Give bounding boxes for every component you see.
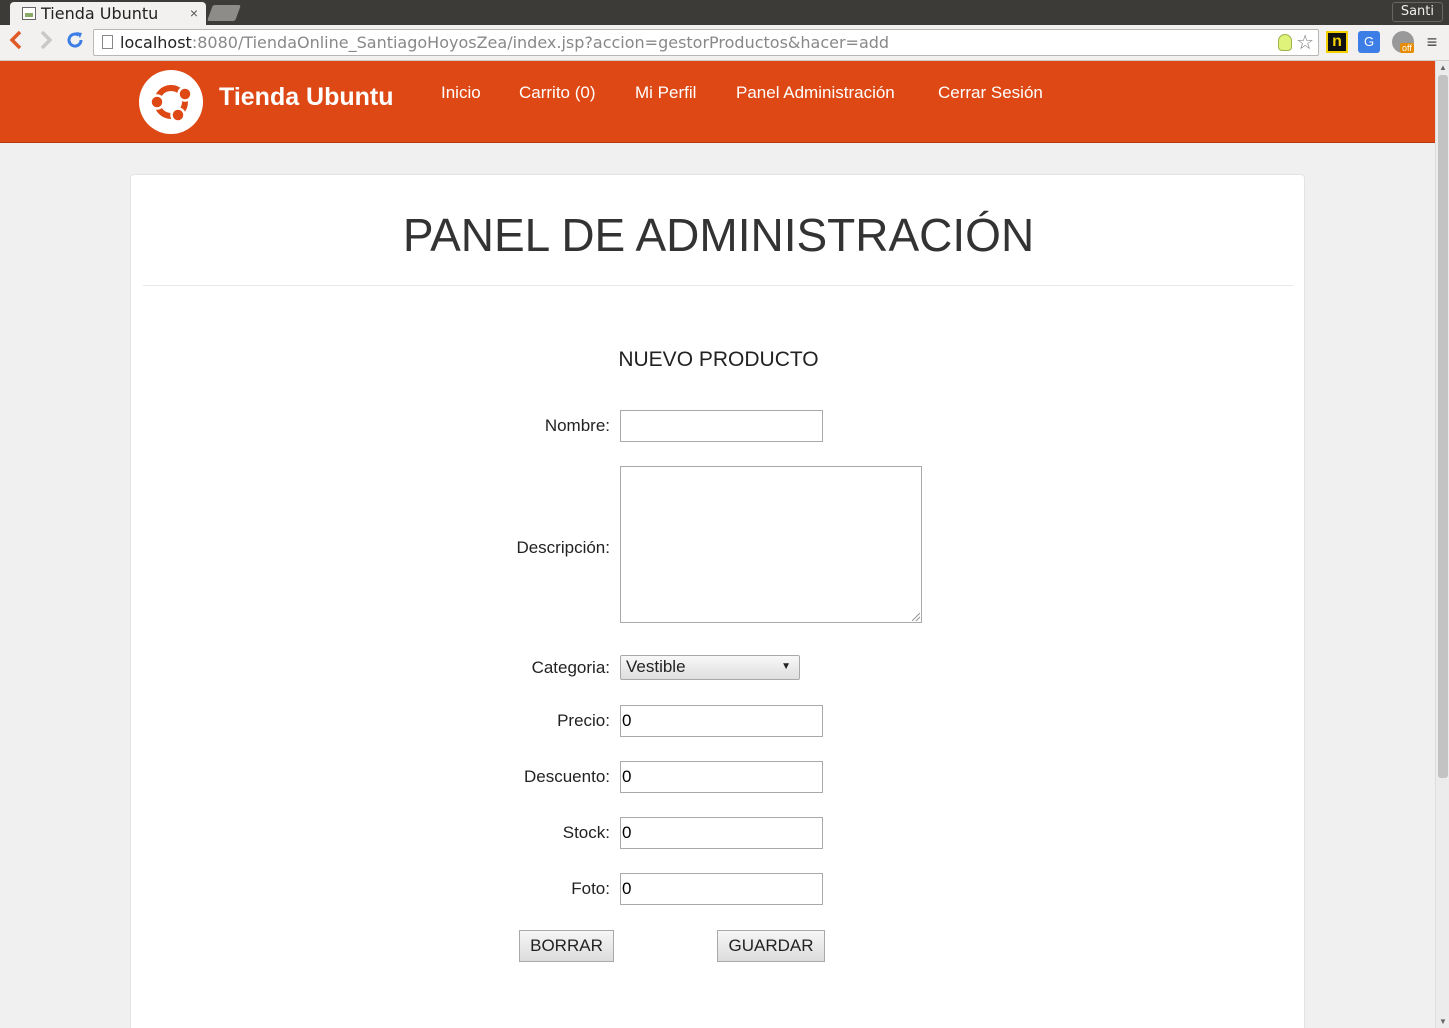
foto-input[interactable] (620, 873, 823, 905)
browser-tabstrip: Tienda Ubuntu × Santi (0, 0, 1449, 25)
extension-off-icon[interactable]: off (1392, 31, 1414, 53)
translate-icon[interactable]: G (1358, 31, 1380, 53)
categoria-label: Categoria: (531, 658, 610, 677)
form-title: NUEVO PRODUCTO (618, 348, 819, 371)
profile-user-badge[interactable]: Santi (1391, 2, 1443, 22)
back-button[interactable] (4, 30, 28, 54)
url-text[interactable]: localhost:8080/TiendaOnline_SantiagoHoyo… (120, 33, 889, 52)
nav-link-inicio[interactable]: Inicio (441, 83, 481, 103)
new-tab-button[interactable] (207, 5, 241, 21)
title-divider (143, 285, 1293, 286)
back-arrow-icon (9, 30, 22, 50)
categoria-selected-value: Vestible (626, 657, 686, 676)
descripcion-label: Descripción: (516, 538, 610, 557)
dropdown-arrow-icon: ▼ (781, 661, 791, 672)
hamburger-menu-icon[interactable]: ≡ (1424, 32, 1440, 52)
off-badge: off (1400, 43, 1414, 53)
page-title: PANEL DE ADMINISTRACIÓN (402, 209, 1035, 261)
descuento-input[interactable] (620, 761, 823, 793)
scrollbar-thumb[interactable] (1438, 75, 1448, 778)
nav-link-cerrar-sesion[interactable]: Cerrar Sesión (938, 83, 1043, 103)
borrar-button[interactable]: BORRAR (519, 930, 614, 962)
tab-title: Tienda Ubuntu (41, 4, 159, 23)
forward-arrow-icon (40, 30, 53, 50)
reload-icon (67, 32, 83, 48)
reload-button[interactable] (63, 30, 87, 54)
page-icon (102, 35, 113, 49)
extension-n-icon[interactable]: n (1326, 31, 1348, 53)
categoria-select[interactable]: Vestible ▼ (620, 655, 800, 680)
nav-link-carrito[interactable]: Carrito (0) (519, 83, 596, 103)
forward-button[interactable] (34, 30, 58, 54)
stock-input[interactable] (620, 817, 823, 849)
site-navbar: Tienda Ubuntu Inicio Carrito (0) Mi Perf… (0, 61, 1435, 143)
scroll-up-arrow-icon[interactable]: ▲ (1439, 63, 1447, 72)
admin-panel: PANEL DE ADMINISTRACIÓN NUEVO PRODUCTO N… (130, 174, 1305, 1028)
browser-toolbar: localhost:8080/TiendaOnline_SantiagoHoyo… (0, 25, 1449, 61)
browser-tab[interactable]: Tienda Ubuntu × (10, 2, 206, 25)
guardar-button[interactable]: GUARDAR (717, 930, 825, 962)
lightbulb-icon[interactable] (1278, 34, 1292, 51)
page-viewport: Tienda Ubuntu Inicio Carrito (0) Mi Perf… (0, 61, 1435, 1028)
foto-label: Foto: (571, 879, 610, 898)
descripcion-textarea[interactable] (620, 466, 922, 623)
page-scrollbar[interactable]: ▲ ▼ (1435, 61, 1449, 1028)
nombre-label: Nombre: (544, 416, 610, 435)
stock-label: Stock: (562, 823, 610, 842)
descuento-label: Descuento: (524, 767, 610, 786)
nav-link-mi-perfil[interactable]: Mi Perfil (635, 83, 696, 103)
resize-grip-icon[interactable] (912, 613, 920, 621)
url-path: :8080/TiendaOnline_SantiagoHoyosZea/inde… (191, 33, 890, 52)
nombre-input[interactable] (620, 410, 823, 442)
precio-input[interactable] (620, 705, 823, 737)
scroll-down-arrow-icon[interactable]: ▼ (1439, 1017, 1447, 1026)
bookmark-star-icon[interactable]: ☆ (1296, 30, 1314, 55)
nav-link-panel-administracion[interactable]: Panel Administración (736, 83, 895, 103)
page-favicon-icon (22, 7, 36, 20)
address-bar[interactable]: localhost:8080/TiendaOnline_SantiagoHoyo… (93, 29, 1319, 56)
ubuntu-logo-icon[interactable] (139, 70, 203, 134)
url-host: localhost (120, 33, 192, 52)
tab-close-icon[interactable]: × (190, 5, 198, 21)
precio-label: Precio: (557, 711, 610, 730)
site-brand[interactable]: Tienda Ubuntu (219, 83, 394, 112)
